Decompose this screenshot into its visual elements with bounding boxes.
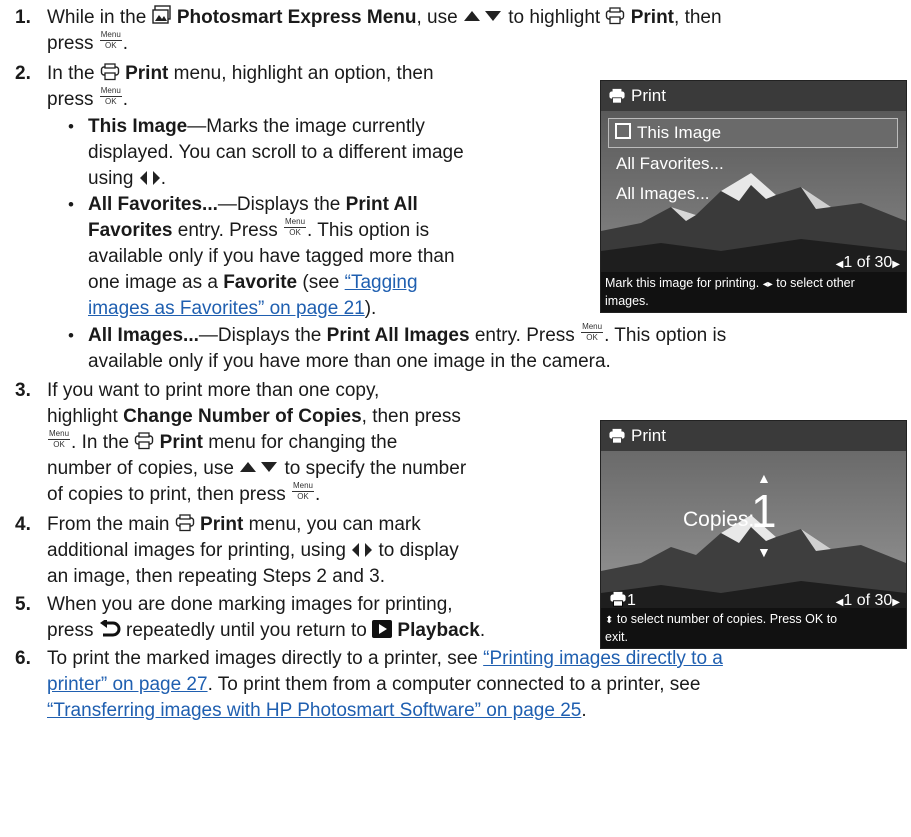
menu-ok-button-icon: Menu OK (581, 322, 604, 342)
step-number: 2. (15, 63, 31, 84)
menu-option-all-images[interactable]: All Images... (608, 180, 718, 208)
print-icon (175, 514, 195, 532)
print-icon (134, 432, 154, 450)
print-icon (609, 428, 625, 444)
left-right-arrows-icon (139, 170, 161, 186)
screen-title: Print (601, 421, 906, 451)
print-icon (100, 63, 120, 81)
menu-option-all-favorites[interactable]: All Favorites... (608, 150, 732, 178)
right-arrow-icon: ▶ (892, 597, 900, 608)
back-arrow-icon (99, 620, 121, 638)
menu-ok-button-icon: Menu OK (284, 217, 307, 237)
screen-title: Print (601, 81, 906, 111)
up-down-arrows-icon (239, 460, 279, 474)
printing-directly-link[interactable]: “Printing images directly to a (483, 648, 723, 669)
up-down-arrows-icon: ⬍ (605, 615, 614, 626)
menu-ok-button-icon: Menu OK (99, 30, 122, 50)
up-down-arrows-icon (463, 9, 503, 23)
screen-hint: Mark this image for printing. ◂▸ to sele… (601, 272, 906, 312)
copies-label: Copies: (683, 508, 755, 531)
camera-screen-print-menu: Print This Image All Favorites... All Im… (600, 80, 907, 313)
transferring-images-link[interactable]: “Transferring images with HP Photosmart … (47, 700, 581, 721)
printing-directly-link-cont[interactable]: printer” on page 27 (47, 674, 208, 695)
photosmart-menu-icon (152, 5, 172, 25)
copies-value[interactable]: 1 (751, 483, 777, 539)
right-arrow-icon: ▶ (892, 259, 900, 270)
menu-ok-button-icon: Menu OK (99, 86, 122, 106)
print-icon (610, 591, 626, 607)
tagging-favorites-link-cont[interactable]: images as Favorites” on page 21 (88, 298, 365, 319)
screen-hint: ⬍ to select number of copies. Press OK t… (601, 608, 906, 648)
left-right-arrows-icon: ◂▸ (762, 279, 773, 290)
step-number: 3. (15, 380, 31, 401)
playback-icon (372, 620, 392, 638)
step-number: 5. (15, 594, 31, 615)
print-icon (609, 88, 625, 104)
step-number: 6. (15, 648, 31, 669)
checkbox-icon (615, 123, 631, 139)
step-number: 1. (15, 7, 31, 28)
menu-ok-button-icon: Menu OK (291, 481, 314, 501)
step-number: 4. (15, 514, 31, 535)
left-right-arrows-icon (351, 542, 373, 558)
tagging-favorites-link[interactable]: “Tagging (345, 272, 418, 293)
camera-screen-copies: Print ▲ Copies: 1 ▼ 1 ◀1 of 30▶ ⬍ to sel… (600, 420, 907, 649)
menu-option-this-image[interactable]: This Image (608, 118, 898, 148)
menu-ok-button-icon: Menu OK (48, 429, 71, 449)
print-icon (605, 7, 625, 25)
down-arrow-icon[interactable]: ▼ (757, 539, 771, 565)
